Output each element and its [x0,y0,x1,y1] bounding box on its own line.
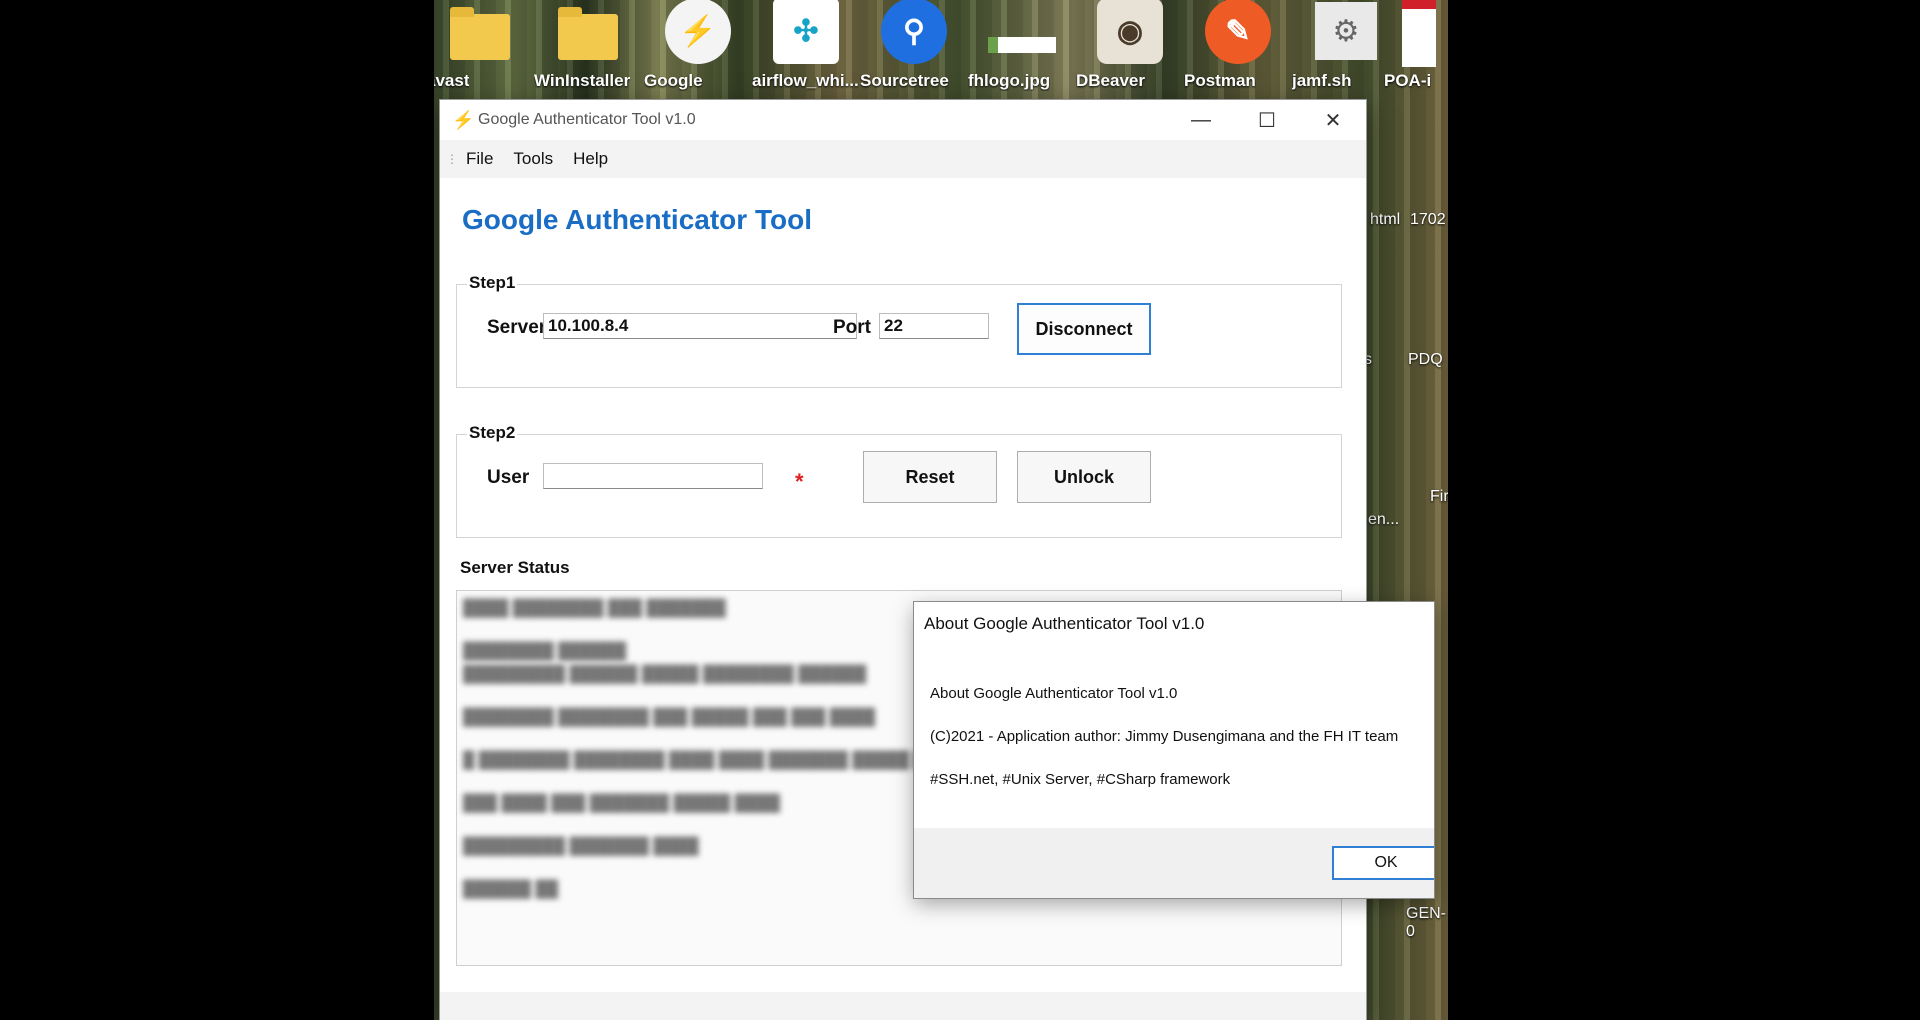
desktop-icon-label: Postman [1184,71,1256,90]
desktop-icon-label: WinInstaller [534,71,631,90]
desktop-icon-postman[interactable]: ✎ Postman [1184,0,1292,90]
desktop-side-label: 1702 [1410,211,1446,228]
desktop-side-label: Fir [1430,488,1448,505]
desktop-icon-label: avast [434,71,470,90]
unlock-button[interactable]: Unlock [1017,451,1151,503]
desktop-icon-poa[interactable]: POA-i [1384,0,1448,90]
desktop-side-label: en... [1368,511,1400,528]
desktop-icon-label: DBeaver [1076,71,1145,90]
image-file-icon [988,37,1056,53]
port-label: Port [833,317,871,338]
server-label: Server [487,317,547,338]
server-input[interactable]: 10.100.8.4 [543,313,857,339]
desktop-icon-dbeaver[interactable]: ◉ DBeaver [1076,0,1184,90]
dialog-title: About Google Authenticator Tool v1.0 [924,614,1205,633]
port-input[interactable]: 22 [879,313,989,339]
step1-group: Step1 Server 10.100.8.4 Port 22 Disconne… [456,273,1342,388]
desktop-side-label: PDQ [1408,351,1443,368]
maximize-button[interactable]: ☐ [1234,100,1300,140]
desktop-side-label: GEN-0 [1406,905,1446,940]
airflow-icon: ✣ [773,0,839,64]
app-icon: ⚡ [452,110,475,130]
folder-icon [450,7,510,60]
desktop-icon-fhlogo[interactable]: fhlogo.jpg [968,0,1076,90]
required-marker: * [795,469,804,494]
step1-legend: Step1 [467,273,518,293]
desktop-icon-airflow[interactable]: ✣ airflow_whi... [752,0,860,90]
about-line-title: About Google Authenticator Tool v1.0 [930,685,1178,702]
menu-tools[interactable]: Tools [503,149,563,169]
title-bar[interactable]: ⚡ Google Authenticator Tool v1.0 — ☐ ✕ [440,100,1366,140]
desktop-icon-label: jamf.sh [1292,71,1352,90]
grip-icon: ⋮ [446,152,458,166]
minimize-button[interactable]: — [1168,100,1234,140]
close-icon: ✕ [1324,109,1342,132]
pdf-file-icon [1402,0,1436,67]
desktop-icon-google[interactable]: ⚡ Google [644,0,752,90]
reset-button[interactable]: Reset [863,451,997,503]
ok-button[interactable]: OK [1332,846,1434,880]
desktop-side-label: html [1370,211,1401,228]
user-input[interactable] [543,463,763,489]
step2-legend: Step2 [467,423,518,443]
disconnect-button[interactable]: Disconnect [1017,303,1151,355]
menu-help[interactable]: Help [563,149,618,169]
close-button[interactable]: ✕ [1300,100,1366,140]
dbeaver-icon: ◉ [1097,0,1163,64]
about-line-tags: #SSH.net, #Unix Server, #CSharp framewor… [930,771,1231,788]
script-file-icon: ⚙ [1315,2,1377,60]
folder-icon [558,7,618,60]
app-heading: Google Authenticator Tool [462,204,812,235]
postman-icon: ✎ [1205,0,1271,64]
menu-file[interactable]: File [456,149,503,169]
user-label: User [487,467,530,488]
about-dialog: About Google Authenticator Tool v1.0 ✕ A… [914,602,1434,898]
status-strip [440,992,1366,1020]
desktop-icon-avast[interactable]: avast [434,0,534,90]
window-title: Google Authenticator Tool v1.0 [478,111,696,128]
sourcetree-icon: ⚲ [881,0,947,64]
about-line-copyright: (C)2021 - Application author: Jimmy Duse… [930,728,1399,745]
desktop-icon-wininstaller[interactable]: WinInstaller [534,0,642,90]
minimize-icon: — [1191,108,1211,131]
desktop-icon-sourcetree[interactable]: ⚲ Sourcetree [860,0,968,90]
desktop-icon-label: fhlogo.jpg [968,71,1051,90]
google-authenticator-tool-icon: ⚡ [665,0,731,64]
desktop-icon-label: Sourcetree [860,71,949,90]
desktop-icon-label: airflow_whi... [752,71,859,90]
desktop-icon-label: POA-i [1384,71,1432,90]
step2-group: Step2 User * Reset OR Unlock [456,423,1342,538]
menu-bar: ⋮ File Tools Help [440,140,1366,178]
desktop-icon-label: Google [644,71,703,90]
server-status-label: Server Status [460,558,570,577]
maximize-icon: ☐ [1258,109,1276,132]
